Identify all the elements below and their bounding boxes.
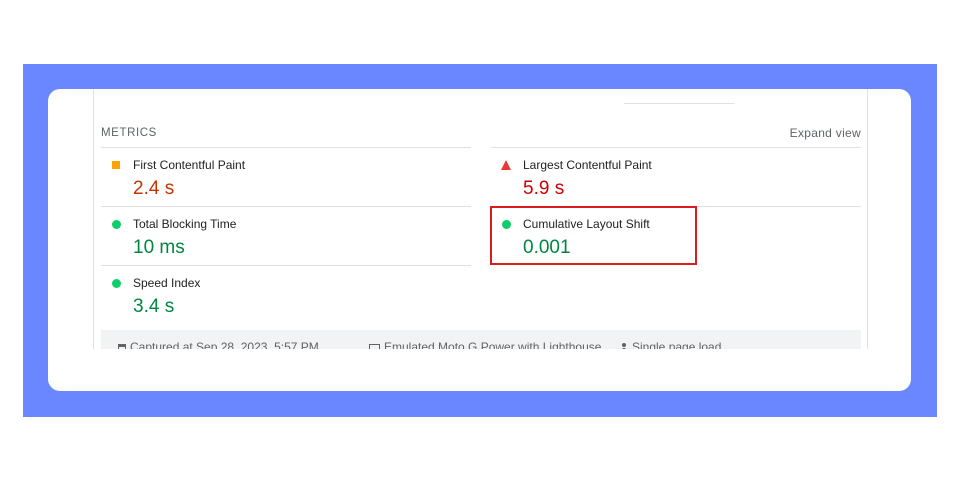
device-icon [369,344,380,349]
metric-label: Speed Index [133,276,201,290]
screenshot-frame: METRICS Expand view First Contentful Pai… [23,64,937,417]
metric-first-contentful-paint: First Contentful Paint 2.4 s [101,147,471,206]
person-icon [620,343,628,349]
triangle-icon [501,160,511,170]
metrics-panel: METRICS Expand view First Contentful Pai… [93,89,868,349]
page-load-text: Single page load [632,340,722,349]
captured-at-item: Captured at Sep 28, 2023, 5:57 PM [118,340,319,349]
square-icon [112,161,120,169]
highlight-box [490,206,697,265]
circle-icon [112,279,121,288]
circle-icon [112,220,121,229]
expand-view-toggle[interactable]: Expand view [790,126,861,140]
divider [624,103,734,104]
report-card: METRICS Expand view First Contentful Pai… [48,89,911,391]
captured-at-text: Captured at Sep 28, 2023, 5:57 PM [130,340,319,349]
metric-label: Largest Contentful Paint [523,158,652,172]
metric-largest-contentful-paint: Largest Contentful Paint 5.9 s [491,147,861,206]
metric-label: First Contentful Paint [133,158,246,172]
metric-value: 2.4 s [133,178,175,199]
device-item: Emulated Moto G Power with Lighthouse [369,340,601,349]
page-load-item: Single page load [620,340,721,349]
metric-total-blocking-time: Total Blocking Time 10 ms [101,206,471,265]
device-text: Emulated Moto G Power with Lighthouse [384,340,602,349]
metric-speed-index: Speed Index 3.4 s [101,265,471,324]
metric-value: 3.4 s [133,296,175,317]
calendar-icon [118,344,126,349]
metric-label: Total Blocking Time [133,217,237,231]
metric-value: 10 ms [133,237,185,258]
metric-value: 5.9 s [523,178,565,199]
metrics-heading: METRICS [101,127,157,139]
runtime-settings-footer: Captured at Sep 28, 2023, 5:57 PM Emulat… [101,330,861,349]
